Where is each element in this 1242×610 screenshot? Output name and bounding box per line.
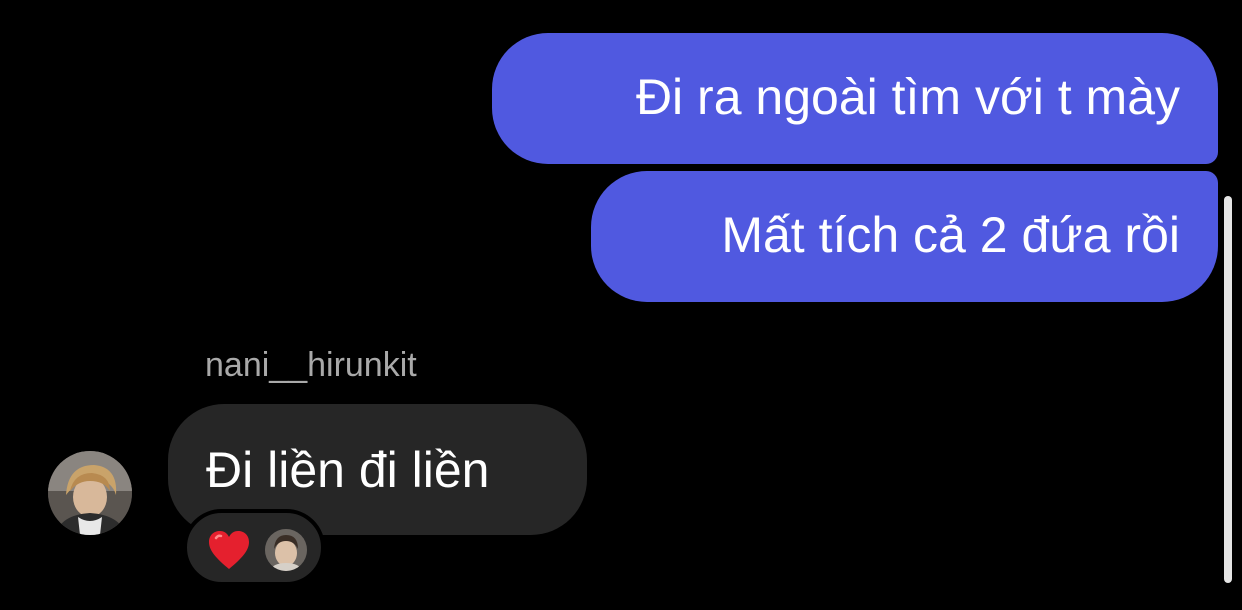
red-heart-icon <box>209 531 249 569</box>
chat-thread: Đi ra ngoài tìm với t mày Mất tích cả 2 … <box>0 0 1242 610</box>
reactor-avatar <box>265 529 307 571</box>
outgoing-message-bubble[interactable]: Mất tích cả 2 đứa rồi <box>591 171 1218 302</box>
sender-username: nani__hirunkit <box>205 346 417 384</box>
avatar-photo-icon <box>265 529 307 571</box>
outgoing-message-bubble[interactable]: Đi ra ngoài tìm với t mày <box>492 33 1218 164</box>
avatar-photo-icon <box>48 451 132 535</box>
sender-avatar[interactable] <box>48 451 132 535</box>
scrollbar[interactable] <box>1224 196 1232 583</box>
message-text: Đi ra ngoài tìm với t mày <box>635 69 1180 125</box>
message-text: Đi liền đi liền <box>206 442 490 498</box>
message-text: Mất tích cả 2 đứa rồi <box>721 207 1180 263</box>
message-reactions[interactable] <box>183 509 325 586</box>
